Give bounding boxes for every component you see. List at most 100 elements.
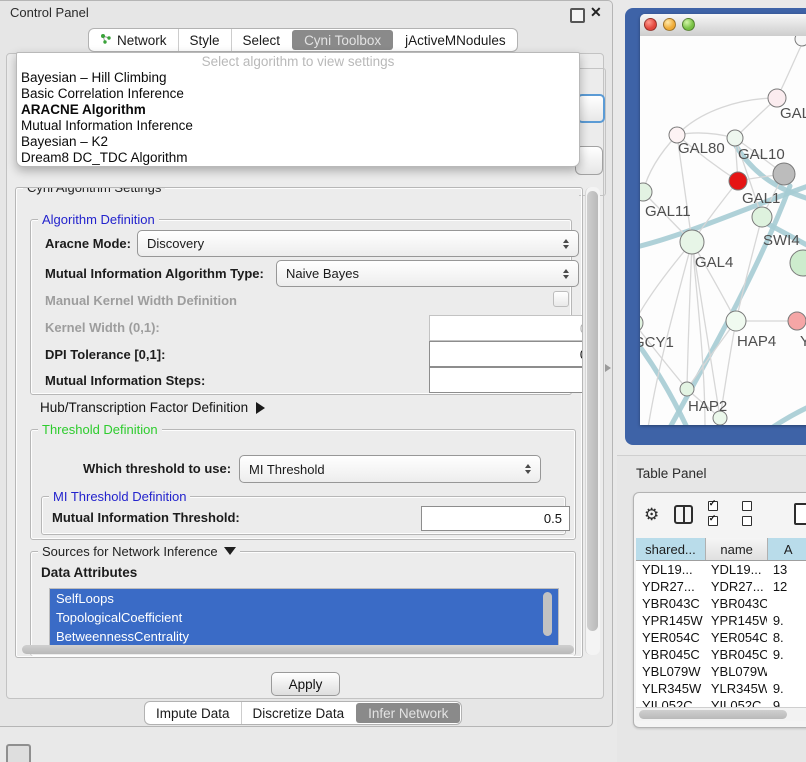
- network-node[interactable]: [790, 250, 806, 276]
- network-edge[interactable]: [736, 217, 762, 321]
- dropdown-item-bayesian-hill-climbing[interactable]: Bayesian – Hill Climbing: [17, 70, 579, 86]
- which-threshold-select[interactable]: MI Threshold: [239, 455, 541, 483]
- table-row[interactable]: YDL19...YDL19...13: [636, 561, 806, 578]
- close-panel-icon[interactable]: ✕: [590, 4, 602, 21]
- table-page-icon[interactable]: [794, 503, 806, 525]
- table-hscrollbar-thumb[interactable]: [639, 710, 787, 719]
- table-row[interactable]: YER054CYER054C8.: [636, 629, 806, 646]
- manual-kernel-width-checkbox[interactable]: [553, 291, 569, 307]
- attribute-item-betweennesscentrality[interactable]: BetweennessCentrality: [50, 627, 558, 646]
- network-edge[interactable]: [687, 242, 692, 389]
- tab-label: Select: [243, 33, 281, 48]
- kernel-width-field: 0.0: [429, 315, 583, 341]
- node-label-gal: GAL: [780, 105, 806, 122]
- dropdown-item-bayesian-k2[interactable]: Bayesian – K2: [17, 134, 579, 150]
- attribute-item-topologicalcoefficient[interactable]: TopologicalCoefficient: [50, 608, 558, 627]
- tab-cyni-toolbox[interactable]: Cyni Toolbox: [292, 30, 393, 50]
- tab-select[interactable]: Select: [231, 29, 292, 51]
- network-canvas[interactable]: GALGAL80GAL10GAL1GAL11SWI4GAL4GCY1HAP4YH…: [640, 36, 806, 425]
- sources-group-title[interactable]: Sources for Network Inference: [38, 544, 240, 559]
- dropdown-item-basic-correlation-inference[interactable]: Basic Correlation Inference: [17, 86, 579, 102]
- network-edge[interactable]: [677, 98, 777, 135]
- column-view-icon[interactable]: [674, 505, 692, 524]
- tab-infer-network[interactable]: Infer Network: [356, 703, 460, 723]
- control-panel-window: Control Panel ✕ NetworkStyleSelectCyni T…: [0, 0, 613, 727]
- network-edge[interactable]: [643, 135, 677, 192]
- network-node[interactable]: [795, 36, 806, 46]
- network-node-y[interactable]: [788, 312, 806, 330]
- minimized-panel-icon[interactable]: [6, 744, 31, 762]
- dropdown-item-aracne-algorithm[interactable]: ARACNE Algorithm: [17, 102, 579, 118]
- hub-transcription-factor-toggle[interactable]: Hub/Transcription Factor Definition: [40, 400, 265, 415]
- aracne-mode-select[interactable]: Discovery: [137, 230, 579, 257]
- data-attributes-list[interactable]: SelfLoopsTopologicalCoefficientBetweenne…: [49, 588, 559, 650]
- mi-algorithm-type-select[interactable]: Naive Bayes: [276, 260, 579, 287]
- table-row[interactable]: YIL052CYIL052C9.: [636, 697, 806, 707]
- table-row[interactable]: YBR043CYBR043C: [636, 595, 806, 612]
- dropdown-item-mutual-information-inference[interactable]: Mutual Information Inference: [17, 118, 579, 134]
- mi-threshold-field[interactable]: 0.5: [421, 506, 570, 531]
- settings-scrollbar-track[interactable]: [585, 187, 600, 655]
- close-window-icon[interactable]: [644, 18, 657, 31]
- manual-kernel-width-label: Manual Kernel Width Definition: [45, 293, 237, 308]
- network-node-hap4[interactable]: [726, 311, 746, 331]
- select-all-icon[interactable]: [708, 499, 727, 529]
- float-panel-icon[interactable]: [570, 8, 585, 23]
- network-node-hap2[interactable]: [680, 382, 694, 396]
- dpi-tolerance-field[interactable]: 0.0: [429, 341, 583, 367]
- node-label-hap4: HAP4: [737, 333, 776, 350]
- minimize-window-icon[interactable]: [663, 18, 676, 31]
- column-header-shared-[interactable]: shared...: [636, 538, 706, 560]
- network-node-gal4[interactable]: [680, 230, 704, 254]
- node-label-gal80: GAL80: [678, 140, 725, 157]
- network-edge[interactable]: [677, 133, 735, 138]
- tab-style[interactable]: Style: [178, 29, 231, 51]
- network-node[interactable]: [773, 163, 795, 185]
- tab-discretize-data[interactable]: Discretize Data: [241, 702, 356, 724]
- tab-jactivemnodules[interactable]: jActiveMNodules: [394, 29, 517, 51]
- tab-label: Impute Data: [156, 706, 230, 721]
- table-cell: YDL19...: [705, 561, 767, 578]
- mi-threshold-label: Mutual Information Threshold:: [52, 510, 240, 525]
- column-header-a[interactable]: A: [768, 538, 806, 560]
- apply-button[interactable]: Apply: [271, 672, 340, 696]
- settings-scrollbar-thumb[interactable]: [587, 191, 598, 631]
- table-row[interactable]: YPR145WYPR145W9.: [636, 612, 806, 629]
- network-node-gal1[interactable]: [729, 172, 747, 190]
- network-view-window[interactable]: GALGAL80GAL10GAL1GAL11SWI4GAL4GCY1HAP4YH…: [625, 8, 806, 445]
- obscured-groupbox-fragment: [579, 68, 606, 196]
- table-row[interactable]: YDR27...YDR27...12: [636, 578, 806, 595]
- network-node-swi4[interactable]: [752, 207, 772, 227]
- attribute-list-scrollbar[interactable]: [543, 592, 552, 636]
- column-header-name[interactable]: name: [706, 538, 768, 560]
- table-cell: YLR345W: [636, 680, 705, 697]
- table-row[interactable]: YLR345WYLR345W9.: [636, 680, 806, 697]
- network-titlebar[interactable]: [640, 14, 806, 37]
- gear-icon[interactable]: ⚙: [644, 506, 659, 523]
- splitpane-handle-icon[interactable]: [605, 364, 611, 372]
- which-threshold-value: MI Threshold: [249, 462, 325, 477]
- table-row[interactable]: YBL079WYBL079W: [636, 663, 806, 680]
- network-node-gal10[interactable]: [727, 130, 743, 146]
- tab-network[interactable]: Network: [89, 29, 178, 51]
- obscured-combo-focus-fragment[interactable]: [577, 94, 605, 123]
- attribute-item-selfloops[interactable]: SelfLoops: [50, 589, 558, 608]
- table-cell: YBL079W: [705, 663, 767, 680]
- network-edge[interactable]: [640, 242, 692, 323]
- settings-horizontal-scrollbar[interactable]: [22, 645, 574, 654]
- table-cell: [767, 663, 806, 680]
- network-edge-highlighted[interactable]: [760, 402, 806, 425]
- kernel-width-label: Kernel Width (0,1):: [45, 320, 160, 335]
- mi-steps-field[interactable]: 6: [429, 367, 583, 393]
- table-hscrollbar-track[interactable]: [636, 707, 806, 721]
- tab-impute-data[interactable]: Impute Data: [145, 702, 241, 724]
- network-node-gal11[interactable]: [640, 183, 652, 201]
- dropdown-item-dream8-dc-tdc-algorithm[interactable]: Dream8 DC_TDC Algorithm: [17, 150, 579, 166]
- network-node-gcy1[interactable]: [640, 314, 643, 332]
- zoom-window-icon[interactable]: [682, 18, 695, 31]
- network-edge[interactable]: [687, 321, 736, 389]
- table-row[interactable]: YBR045CYBR045C9.: [636, 646, 806, 663]
- mi-threshold-definition-title: MI Threshold Definition: [49, 489, 190, 504]
- deselect-all-icon[interactable]: [742, 499, 761, 529]
- node-label-gal11: GAL11: [645, 203, 691, 220]
